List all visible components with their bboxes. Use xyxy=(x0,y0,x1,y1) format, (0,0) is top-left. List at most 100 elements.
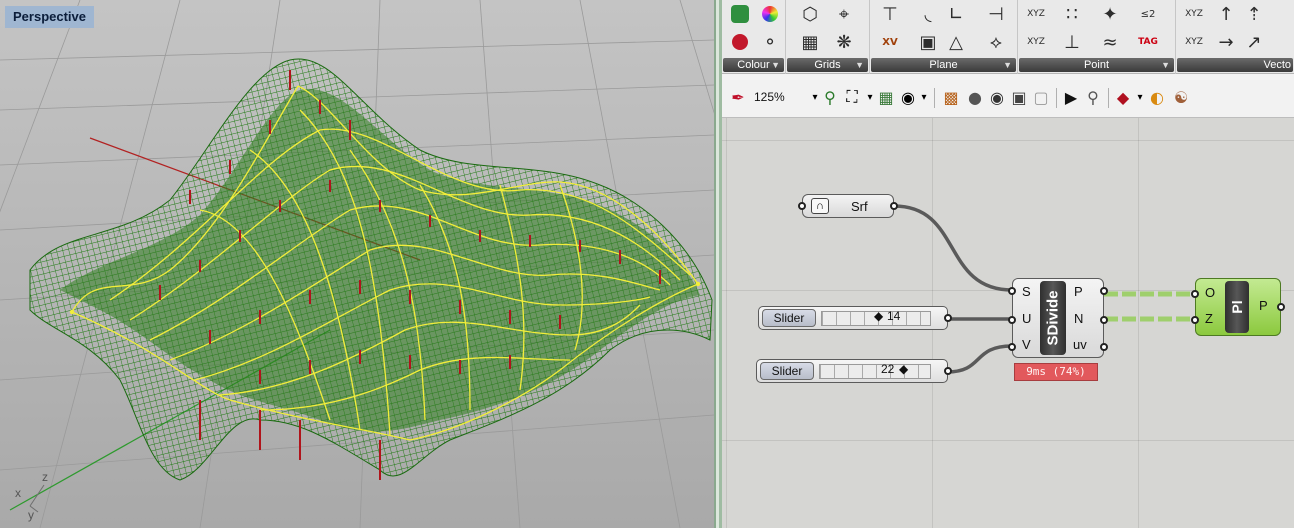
colour-wheel-icon[interactable] xyxy=(756,2,784,26)
slider-v-grip-icon[interactable]: ◆ xyxy=(899,362,908,376)
colour-preview-icon[interactable]: ◐ xyxy=(1146,86,1168,108)
vector-xyz-icon[interactable]: XYZ xyxy=(1180,2,1208,26)
pl-input-z: Z xyxy=(1205,311,1213,326)
sdivide-output-uv: uv xyxy=(1073,337,1087,352)
sdivide-input-s: S xyxy=(1022,284,1031,299)
pl-output-p-port[interactable] xyxy=(1277,303,1285,311)
sketch-pen-icon[interactable]: ✒ xyxy=(728,86,748,108)
ribbon-group-grids: ⬡ ⌖ ▦ ❋ Grids ▼ xyxy=(786,0,870,74)
surface-param[interactable]: ∩ Srf xyxy=(798,194,898,218)
colour-nodes-icon[interactable]: ⚬ xyxy=(756,30,784,54)
sdivide-output-p-port[interactable] xyxy=(1100,287,1108,295)
colour-hexagon-icon[interactable] xyxy=(726,30,754,54)
plane-xy-icon[interactable]: XV xyxy=(876,30,904,54)
vector-unit-icon[interactable]: ↑ xyxy=(1212,2,1240,26)
colour-swatch-icon[interactable] xyxy=(726,2,754,26)
pl-title: Pl xyxy=(1229,300,1245,314)
ribbon-group-vector-bar[interactable]: Vecto xyxy=(1177,58,1293,72)
sdivide-output-n-port[interactable] xyxy=(1100,316,1108,324)
ribbon-group-plane: ⊤ ◟ ∟ ⊣ XV ▣ △ ⟡ Plane ▼ xyxy=(870,0,1018,74)
plane-corner-icon[interactable]: ∟ xyxy=(942,2,970,26)
bake-icon[interactable]: ◆ xyxy=(1112,86,1134,108)
ribbon-group-plane-bar[interactable]: Plane ▼ xyxy=(871,58,1016,72)
viewport-title[interactable]: Perspective xyxy=(5,6,94,28)
zoom-level[interactable]: 125% xyxy=(750,88,804,106)
point-sort-icon[interactable]: ≤2 xyxy=(1134,2,1162,26)
sdivide-input-s-port[interactable] xyxy=(1008,287,1016,295)
grid-rect-icon[interactable]: ▦ xyxy=(796,30,824,54)
box-preview-icon[interactable]: ▩ xyxy=(940,86,962,108)
named-views-dropdown-icon[interactable]: ▾ xyxy=(864,86,876,108)
pl-input-z-port[interactable] xyxy=(1191,316,1199,324)
preview-eye-icon[interactable]: ◉ xyxy=(898,86,918,108)
srf-output-port[interactable] xyxy=(890,202,898,210)
panel-splitter[interactable] xyxy=(714,0,722,528)
lock-solver-icon[interactable]: ⚲ xyxy=(1082,86,1104,108)
vector-z-icon[interactable]: ↗ xyxy=(1240,30,1268,54)
wire-preview-icon[interactable]: ◉ xyxy=(986,86,1008,108)
axis-z-label: z xyxy=(42,470,48,484)
srf-input-port[interactable] xyxy=(798,202,806,210)
ribbon-group-point: XYZ ∷ ✦ ≤2 XYZ ⊥ ≈ TAG Point ▼ xyxy=(1018,0,1176,74)
disabled-doc-icon[interactable]: ▢ xyxy=(1030,86,1052,108)
zoom-extents-icon[interactable]: ⚲ xyxy=(820,86,840,108)
grasshopper-canvas[interactable]: ∩ Srf Slider ◆ 14 Slider 22 ◆ S U V SDiv… xyxy=(722,118,1294,528)
vector-amplitude-icon[interactable]: ⇡ xyxy=(1240,2,1268,26)
surface-icon: ∩ xyxy=(811,198,829,214)
pl-input-o: O xyxy=(1205,285,1216,300)
preview-dropdown-icon[interactable]: ▾ xyxy=(918,86,930,108)
grid-hex-icon[interactable]: ⬡ xyxy=(796,2,824,26)
slider-u[interactable]: Slider ◆ 14 xyxy=(758,306,952,330)
document-icon[interactable]: ▣ xyxy=(1008,86,1030,108)
sdivide-output-uv-port[interactable] xyxy=(1100,343,1108,351)
plane-rotate-icon[interactable]: ⟡ xyxy=(982,30,1010,54)
zoom-selected-icon[interactable]: ⛶ xyxy=(842,86,862,108)
wire-srf-to-s xyxy=(893,204,1013,292)
point-project-icon[interactable]: ⊥ xyxy=(1058,30,1086,54)
vector-x-icon[interactable]: → xyxy=(1212,30,1240,54)
play-icon[interactable]: ▶ xyxy=(1060,86,1082,108)
toolbar-separator xyxy=(934,88,935,108)
slider-v[interactable]: Slider 22 ◆ xyxy=(756,359,952,383)
grasshopper-editor: ⚬ Colour ▼ ⬡ ⌖ ▦ ❋ Grids ▼ ⊤ ◟ ∟ ⊣ XV ▣ △ xyxy=(722,0,1294,528)
point-distance-icon[interactable]: ≈ xyxy=(1096,30,1124,54)
axis-y-label: y xyxy=(28,508,34,522)
plane-fit-icon[interactable]: △ xyxy=(942,30,970,54)
point-xyz-icon[interactable]: XYZ xyxy=(1022,2,1050,26)
sdivide-input-v-port[interactable] xyxy=(1008,343,1016,351)
point-cloud-icon[interactable]: ✦ xyxy=(1096,2,1124,26)
sdivide-input-u-port[interactable] xyxy=(1008,316,1016,324)
sdivide-component[interactable]: S U V SDivide P N uv xyxy=(1008,278,1108,358)
ribbon-group-grids-bar[interactable]: Grids ▼ xyxy=(787,58,868,72)
plane-offset-icon[interactable]: ⊣ xyxy=(982,2,1010,26)
point-tag-icon[interactable]: TAG xyxy=(1134,30,1162,54)
slider-u-output-port[interactable] xyxy=(944,314,952,322)
point-grid-icon[interactable]: ∷ xyxy=(1058,2,1086,26)
map-icon[interactable]: ▦ xyxy=(876,86,896,108)
sdivide-body[interactable]: SDivide xyxy=(1040,281,1066,355)
vector-deconstruct-icon[interactable]: XYZ xyxy=(1180,30,1208,54)
pl-body[interactable]: Pl xyxy=(1225,281,1249,333)
plane-point-icon[interactable]: ▣ xyxy=(914,30,942,54)
plane-origin-icon[interactable]: ◟ xyxy=(914,2,942,26)
grid-square-icon[interactable]: ⌖ xyxy=(830,2,858,26)
plane-component[interactable]: O Z Pl P xyxy=(1191,278,1285,336)
toolbar-separator xyxy=(1056,88,1057,108)
perspective-viewport[interactable]: Perspective x z y xyxy=(0,0,714,528)
point-deconstruct-icon[interactable]: XYZ xyxy=(1022,30,1050,54)
ribbon-group-colour: ⚬ Colour ▼ xyxy=(722,0,786,74)
sdivide-input-v: V xyxy=(1022,337,1031,352)
pl-input-o-port[interactable] xyxy=(1191,290,1199,298)
slider-u-grip-icon[interactable]: ◆ xyxy=(874,309,883,323)
ribbon-group-colour-bar[interactable]: Colour ▼ xyxy=(723,58,784,72)
slider-v-output-port[interactable] xyxy=(944,367,952,375)
plane-align-icon[interactable]: ⊤ xyxy=(876,2,904,26)
shaded-preview-icon[interactable]: ● xyxy=(964,86,986,108)
grid-radial-icon[interactable]: ❋ xyxy=(830,30,858,54)
srf-label: Srf xyxy=(851,199,868,214)
sdivide-output-n: N xyxy=(1074,311,1084,326)
cluster-icon[interactable]: ☯ xyxy=(1170,86,1192,108)
slider-v-track[interactable] xyxy=(819,364,931,379)
bake-dropdown-icon[interactable]: ▾ xyxy=(1134,86,1146,108)
ribbon-group-point-bar[interactable]: Point ▼ xyxy=(1019,58,1174,72)
